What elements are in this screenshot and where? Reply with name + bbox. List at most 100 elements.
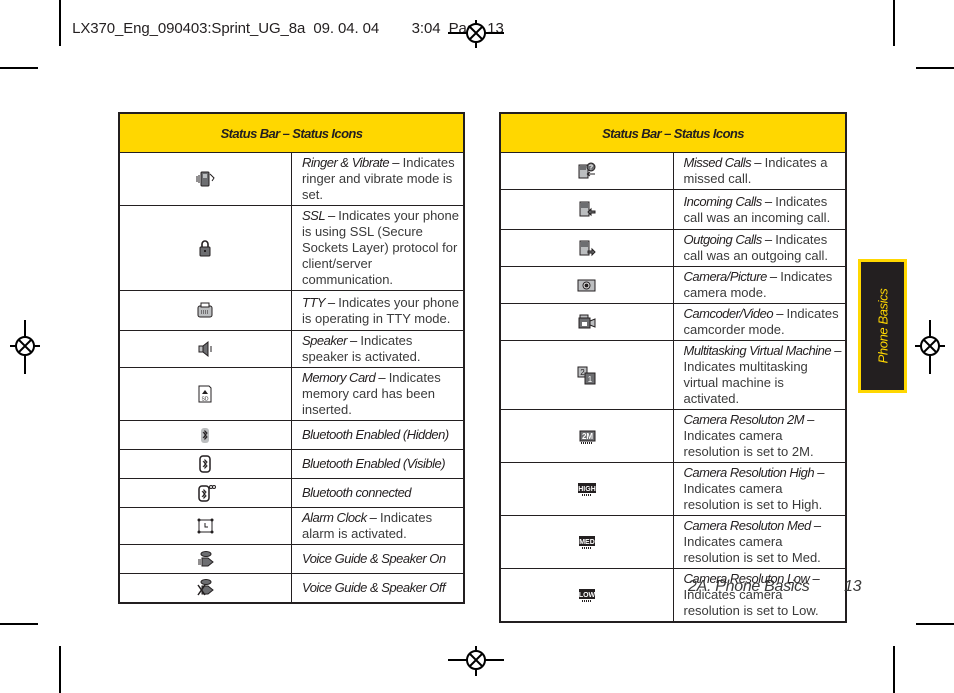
- table-row: Bluetooth connected: [118, 478, 465, 508]
- icon-name: Memory Card –: [302, 370, 386, 385]
- table-row: SSL – Indicates your phone is using SSL …: [118, 205, 465, 291]
- icon-cell: [118, 478, 292, 508]
- description-cell: Outgoing Calls – Indicates call was an o…: [672, 229, 847, 267]
- icon-cell: [499, 189, 674, 230]
- svg-text:SD: SD: [201, 396, 208, 402]
- bluetooth-connected-icon: [197, 484, 216, 502]
- description-cell: TTY – Indicates your phone is operating …: [291, 290, 465, 331]
- ringer-vibrate-icon: [196, 171, 215, 186]
- table-row: HIGH Camera Resolution High – Indicates c…: [499, 462, 847, 516]
- icon-name: Multitasking Virtual Machine –: [683, 343, 842, 358]
- table-row: Voice Guide & Speaker Off: [118, 573, 465, 603]
- icon-cell: [118, 152, 292, 206]
- camera-picture-icon: [577, 279, 596, 291]
- registration-mark-bottom: [448, 646, 504, 676]
- side-tab-label: Phone Basics: [875, 288, 890, 364]
- print-file-label: LX370_Eng_090403:Sprint_UG_8a 09. 04. 04: [72, 20, 380, 37]
- icon-cell: [118, 205, 292, 291]
- crop-mark: [916, 623, 954, 625]
- multitasking-vm-icon: 21: [577, 366, 596, 384]
- registration-mark-left: [10, 320, 40, 374]
- description-cell: Missed Calls – Indicates a missed call.: [672, 152, 847, 190]
- description-cell: Bluetooth Enabled (Hidden): [291, 420, 465, 450]
- icon-cell: [118, 449, 292, 479]
- registration-mark-top: [448, 20, 504, 48]
- icon-name: SSL –: [302, 208, 335, 223]
- icon-description: Indicates camera resolution is set to Me…: [683, 534, 821, 565]
- table-row: Camera/Picture – Indicates camera mode.: [499, 266, 847, 304]
- icon-name: Voice Guide & Speaker Off: [302, 579, 446, 595]
- camera-resolution-high-icon: HIGH: [577, 482, 596, 496]
- table-row: Bluetooth Enabled (Hidden): [118, 420, 465, 450]
- icon-name: Alarm Clock –: [302, 510, 377, 525]
- crop-mark: [0, 623, 38, 625]
- footer-section: 2A. Phone Basics: [688, 578, 810, 595]
- icon-cell: [499, 229, 674, 267]
- table-row: SD Memory Card – Indicates memory card ha…: [118, 367, 465, 421]
- registration-mark-right: [915, 320, 945, 374]
- status-icons-table-left: Status Bar – Status Icons Ringer & Vibra…: [118, 112, 465, 604]
- icon-cell: [499, 303, 674, 341]
- bluetooth-hidden-icon: [200, 427, 209, 443]
- description-cell: Alarm Clock – Indicates alarm is activat…: [291, 507, 465, 545]
- icon-cell: MED: [499, 515, 674, 569]
- description-cell: Bluetooth Enabled (Visible): [291, 449, 465, 479]
- status-icons-table-right: Status Bar – Status Icons ? Missed Calls …: [499, 112, 847, 623]
- description-cell: Voice Guide & Speaker Off: [291, 573, 465, 603]
- bluetooth-visible-icon: [198, 454, 211, 473]
- icon-name: Bluetooth Enabled (Hidden): [302, 427, 449, 442]
- incoming-calls-icon: [579, 201, 596, 217]
- description-cell: Incoming Calls – Indicates call was an i…: [672, 189, 847, 230]
- icon-name: Voice Guide & Speaker On: [302, 551, 446, 566]
- description-cell: Camera/Picture – Indicates camera mode.: [672, 266, 847, 304]
- camera-resolution-low-icon: LOW: [579, 588, 596, 602]
- icon-cell: [118, 573, 292, 603]
- icon-name: Bluetooth Enabled (Visible): [302, 456, 446, 471]
- icon-name: Camera Resoluton 2M –: [683, 412, 815, 427]
- svg-text:MED: MED: [579, 539, 595, 546]
- description-cell: Bluetooth connected: [291, 478, 465, 508]
- icon-cell: [118, 544, 292, 574]
- icon-cell: SD: [118, 367, 292, 421]
- crop-mark: [59, 0, 61, 46]
- icon-name: TTY –: [302, 294, 335, 310]
- crop-mark: [916, 67, 954, 69]
- description-cell: Voice Guide & Speaker On: [291, 544, 465, 574]
- print-header: LX370_Eng_090403:Sprint_UG_8a 09. 04. 04…: [64, 3, 504, 37]
- table-row: Voice Guide & Speaker On: [118, 544, 465, 574]
- icon-cell: [118, 330, 292, 368]
- description-cell: Ringer & Vibrate – Indicates ringer and …: [291, 152, 465, 206]
- description-cell: Camcoder/Video – Indicates camcorder mod…: [672, 303, 847, 341]
- icon-description: Indicates multitasking virtual machine i…: [683, 359, 808, 406]
- footer-page-number: 13: [844, 578, 862, 595]
- icon-cell: [118, 507, 292, 545]
- tty-icon: [197, 302, 212, 318]
- voice-guide-speaker-on-icon: [197, 550, 214, 566]
- table-row: Alarm Clock – Indicates alarm is activat…: [118, 507, 465, 545]
- crop-mark: [0, 67, 38, 69]
- crop-mark: [59, 646, 61, 693]
- icon-name: Ringer & Vibrate –: [302, 155, 400, 170]
- svg-text:1: 1: [588, 375, 593, 384]
- crop-mark: [893, 0, 895, 46]
- table-row: Speaker – Indicates speaker is activated…: [118, 330, 465, 368]
- icon-name: Incoming Calls –: [683, 193, 773, 209]
- icon-name: Camera/Picture –: [683, 269, 778, 284]
- ssl-lock-icon: [199, 239, 210, 256]
- camcorder-video-icon: [578, 314, 596, 328]
- icon-name: Bluetooth connected: [302, 485, 412, 500]
- icon-name: Outgoing Calls –: [683, 232, 773, 247]
- svg-text:HIGH: HIGH: [578, 486, 596, 493]
- voice-guide-speaker-off-icon: [196, 579, 214, 596]
- icon-description: Indicates camera resolution is set to 2M…: [683, 428, 814, 459]
- icon-cell: 2M: [499, 409, 674, 463]
- table-row: Bluetooth Enabled (Visible): [118, 449, 465, 479]
- icon-cell: HIGH: [499, 462, 674, 516]
- icon-cell: LOW: [499, 568, 674, 623]
- svg-text:LOW: LOW: [579, 592, 596, 599]
- table-row: ? Missed Calls – Indicates a missed call.: [499, 152, 847, 190]
- description-cell: Memory Card – Indicates memory card has …: [291, 367, 465, 421]
- section-side-tab: Phone Basics: [858, 259, 907, 393]
- icon-name: Missed Calls –: [683, 155, 762, 170]
- description-cell: SSL – Indicates your phone is using SSL …: [291, 205, 465, 291]
